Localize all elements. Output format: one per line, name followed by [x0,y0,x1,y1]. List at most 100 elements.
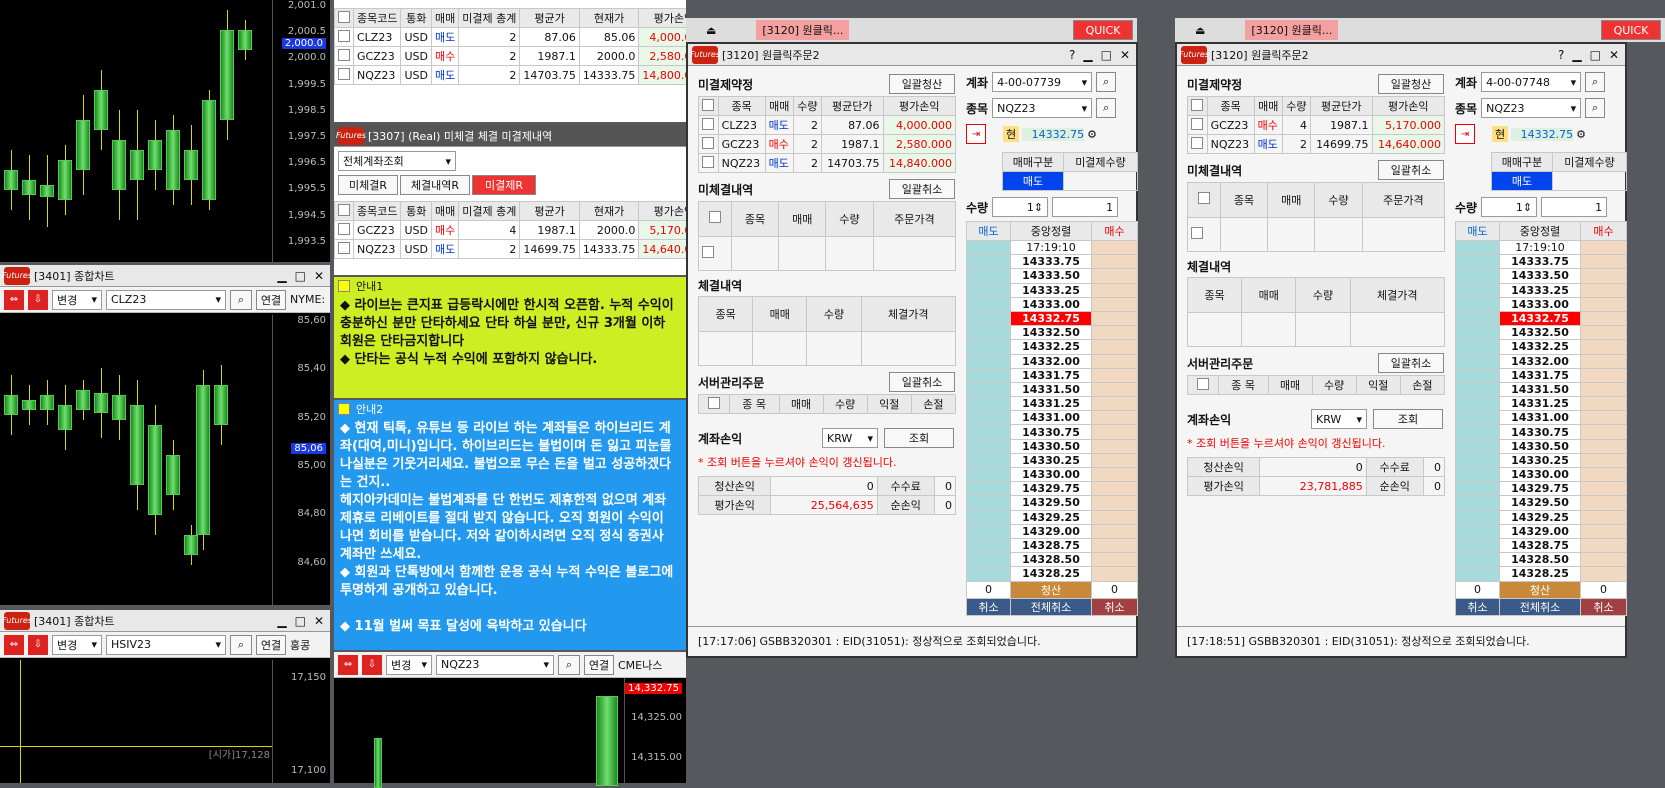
ladder-row[interactable]: 14329.00 [966,523,1138,539]
ladder-sell-cell[interactable] [1455,325,1500,341]
ladder-sell-cell[interactable] [966,552,1011,568]
tab-order[interactable]: [3120] 원클릭... [1245,20,1339,40]
ladder-price[interactable]: 14329.50 [1010,495,1092,511]
chart-save-icon[interactable]: ⇩ [28,289,48,310]
ladder-buy-cell[interactable] [1091,410,1138,426]
ladder-sell-cell[interactable] [966,339,1011,355]
ladder-price[interactable]: 14331.00 [1010,410,1092,426]
tab-order[interactable]: [3120] 원클릭... [756,20,850,40]
ladder-sell-cell[interactable] [1455,410,1500,426]
order-tool-icon[interactable]: ⇥ [1455,124,1475,144]
ladder-buy-cell[interactable] [1580,537,1627,554]
ladder-price[interactable]: 14328.25 [1010,566,1092,582]
ladder-sell-cell[interactable] [1455,268,1500,284]
ladder-buy-cell[interactable] [1091,353,1138,369]
side-value[interactable]: 매도 [1002,171,1064,191]
qty2-input[interactable]: 1 [1052,197,1119,217]
ladder-buy-cell[interactable] [1580,466,1627,483]
ladder-buy-cell[interactable] [1091,438,1138,454]
ladder-price[interactable]: 14333.25 [1010,282,1092,298]
ladder-price[interactable]: 14330.25 [1499,452,1581,469]
ladder-row[interactable]: 14332.50 [966,325,1138,341]
ladder-row[interactable]: 14330.75 [1455,424,1627,440]
quick-button[interactable]: QUICK [1601,20,1661,40]
ladder-buy-cell[interactable] [1091,509,1138,525]
search-icon[interactable]: ⌕ [1096,98,1117,118]
ladder-buy-cell[interactable] [1580,396,1627,412]
ladder-row[interactable]: 14330.25 [966,452,1138,469]
ladder-price[interactable]: 14330.75 [1499,424,1581,440]
minimize-icon[interactable]: ▁ [277,614,286,628]
symbol-select[interactable]: NQZ23 ▾ [1481,98,1582,118]
ladder-sell-cell[interactable] [966,452,1011,469]
ladder-buy-cell[interactable] [1580,410,1627,426]
chart-top-plot[interactable] [0,0,272,262]
currency-select[interactable]: KRW ▾ [822,428,878,448]
ladder-price[interactable]: 14330.50 [1010,438,1092,454]
select-all-checkbox[interactable] [1187,182,1221,218]
ladder-row[interactable]: 14331.25 [966,396,1138,412]
account-select[interactable]: 4-00-07748 ▾ [1481,72,1582,92]
ladder-buy-cell[interactable] [1580,481,1627,497]
query-button[interactable]: 조회 [884,428,954,448]
ladder-price[interactable]: 14332.75 [1010,310,1092,327]
link-button[interactable]: 연결 [256,634,286,655]
ladder-buy-cell[interactable] [1580,268,1627,284]
ladder-sell-cell[interactable] [1455,424,1500,440]
ladder-price[interactable]: 14331.25 [1010,396,1092,412]
close-icon[interactable]: ✕ [314,269,324,283]
ladder-sell-cell[interactable] [1455,381,1500,398]
ladder-sell-cell[interactable] [1455,495,1500,511]
side-value[interactable]: 매도 [1491,171,1553,191]
ladder-price[interactable]: 14329.50 [1499,495,1581,511]
cancel-buy-button[interactable]: 취소 [1091,597,1138,616]
ladder-sell-cell[interactable] [966,268,1011,284]
select-all-checkbox[interactable] [698,394,730,414]
select-all-checkbox[interactable] [334,8,354,28]
ladder-price[interactable]: 14330.75 [1010,424,1092,440]
ladder-row[interactable]: 14329.50 [966,495,1138,511]
ladder-row[interactable]: 14330.75 [966,424,1138,440]
close-icon[interactable]: ✕ [314,614,324,628]
ladder-sell-cell[interactable] [1455,566,1500,582]
qty-input[interactable]: 1 ⇕ [992,197,1049,217]
ladder-row[interactable]: 14329.75 [966,481,1138,497]
chart-save-icon[interactable]: ⇩ [362,654,382,675]
open-cancel-all-button[interactable]: 일괄청산 [1378,74,1444,94]
ladder-sell-cell[interactable] [966,424,1011,440]
ladder-price[interactable]: 14331.00 [1499,410,1581,426]
search-icon[interactable]: ⌕ [230,289,252,310]
ladder-buy-cell[interactable] [1580,296,1627,312]
settings-icon[interactable]: ⚙ [1087,128,1097,141]
symbol-select[interactable]: NQZ23 ▾ [992,98,1093,118]
table-row[interactable]: NQZ23USD매도214699.7514333.7514,640.000 [334,239,686,259]
symbol-select[interactable]: NQZ23 ▾ [436,654,554,675]
table-row[interactable]: GCZ23 매수 4 1987.1 5,170.000 [1187,115,1446,135]
ladder-price[interactable]: 14330.00 [1010,466,1092,483]
ladder-sell-cell[interactable] [966,381,1011,398]
minimize-icon[interactable]: ▁ [277,269,286,283]
ladder-buy-cell[interactable] [1091,552,1138,568]
ladder-row[interactable]: 14330.00 [1455,466,1627,483]
ladder-row[interactable]: 14331.75 [1455,367,1627,383]
currency-select[interactable]: KRW ▾ [1311,409,1367,429]
ladder-sell-cell[interactable] [966,509,1011,525]
chart-mid-plot[interactable] [0,315,272,605]
search-icon[interactable]: ⌕ [1585,98,1606,118]
ladder-buy-cell[interactable] [1580,254,1627,270]
ladder-row[interactable]: 14332.75 [1455,310,1627,327]
chart-small-plot[interactable] [334,678,624,788]
row-checkbox[interactable] [698,115,719,135]
ladder-sell-cell[interactable] [966,481,1011,497]
tab-filled[interactable]: 체결내역R [400,175,470,195]
ladder-sell-cell[interactable] [1455,296,1500,312]
row-checkbox[interactable] [698,134,719,154]
ladder-buy-cell[interactable] [1580,452,1627,469]
settings-icon[interactable]: ⚙ [1576,128,1586,141]
ladder-row[interactable]: 14331.00 [966,410,1138,426]
ladder-sell-cell[interactable] [966,566,1011,582]
search-icon[interactable]: ⌕ [558,654,580,675]
ladder-sell-cell[interactable] [1455,481,1500,497]
minimize-icon[interactable]: ▁ [1572,48,1581,62]
ladder-sell-cell[interactable] [1455,353,1500,369]
